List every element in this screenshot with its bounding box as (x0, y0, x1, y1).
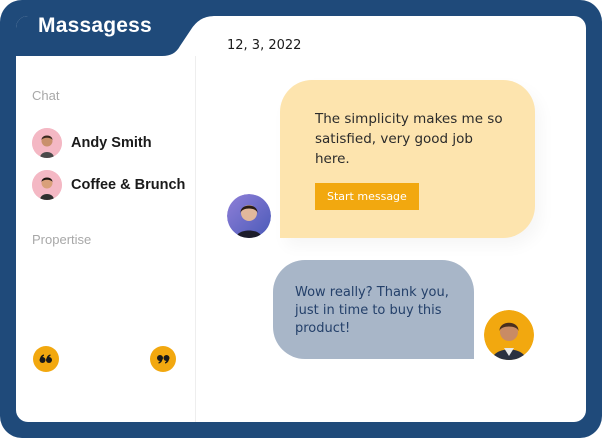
man-avatar-icon (32, 170, 62, 200)
incoming-message-text: The simplicity makes me so satisfied, ve… (315, 111, 503, 167)
propertise-section-label: Propertise (32, 232, 92, 247)
app-title: Massagess (38, 14, 152, 37)
contact-andy-smith[interactable]: Andy Smith (32, 128, 152, 158)
close-quote-icon[interactable] (150, 346, 176, 372)
man-avatar-icon (32, 128, 62, 158)
woman-avatar-icon (227, 194, 271, 238)
chat-section-label: Chat (32, 88, 60, 103)
content-panel: Chat Andy Smith Coffee & Brunch Properti… (16, 16, 586, 422)
outgoing-message-bubble: Wow really? Thank you, just in time to b… (273, 260, 474, 359)
man-avatar-icon (484, 310, 534, 360)
open-quote-icon[interactable] (33, 346, 59, 372)
incoming-message-bubble: The simplicity makes me so satisfied, ve… (280, 80, 535, 238)
app-frame: Chat Andy Smith Coffee & Brunch Properti… (0, 0, 602, 438)
contact-name: Coffee & Brunch (71, 177, 186, 193)
conversation-area: 12, 3, 2022 The simplicity makes me so s… (196, 16, 586, 422)
conversation-date: 12, 3, 2022 (227, 38, 302, 53)
contact-coffee-brunch[interactable]: Coffee & Brunch (32, 170, 185, 200)
contact-name: Andy Smith (71, 135, 152, 151)
start-message-button[interactable]: Start message (315, 183, 419, 210)
outgoing-message-text: Wow really? Thank you, just in time to b… (295, 285, 449, 336)
